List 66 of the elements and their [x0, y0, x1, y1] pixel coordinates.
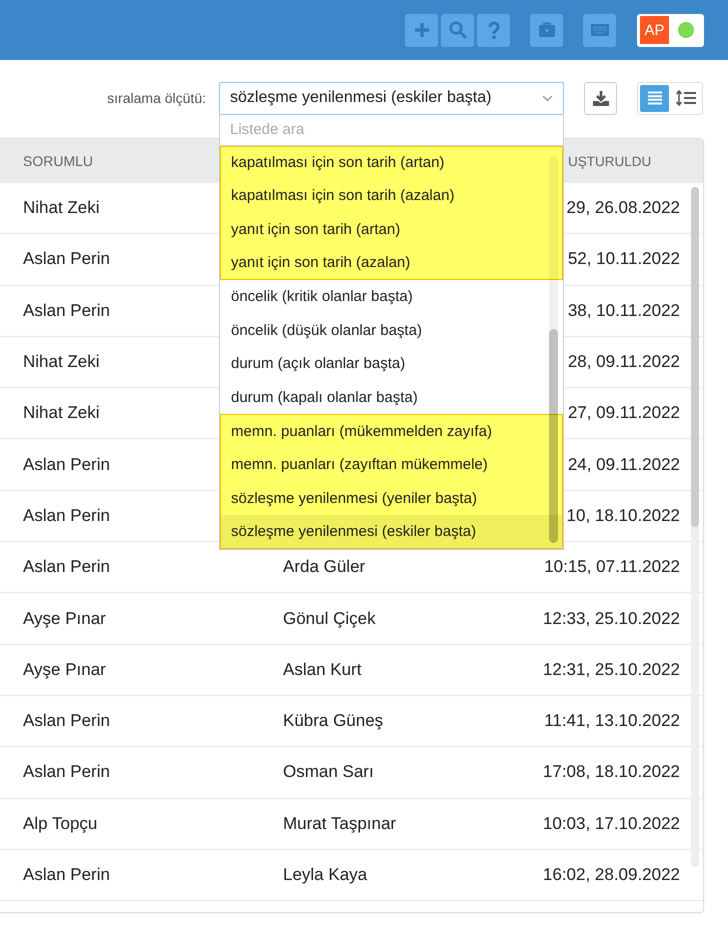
table-cell: Ayşe Pınar — [23, 660, 106, 680]
table-cell: Aslan Perin — [23, 506, 110, 526]
scrollbar[interactable] — [691, 187, 699, 867]
table-cell: Gönul Çiçek — [283, 608, 376, 629]
table-cell: 16:02, 28.09.2022 — [542, 865, 680, 885]
download-button[interactable] — [584, 82, 617, 114]
table-cell: 11:41, 13.10.2022 — [544, 711, 680, 732]
dropdown-option[interactable]: kapatılması için son tarih (artan) — [220, 146, 563, 180]
table-cell: Alp Topçu — [23, 814, 98, 834]
column-header[interactable]: SORUMLU — [23, 153, 94, 169]
help-button[interactable] — [477, 14, 510, 46]
dropdown-option[interactable]: yanıt için son tarih (artan) — [220, 212, 563, 246]
sort-select[interactable]: sözleşme yenilenmesi (eskiler başta) — [219, 82, 564, 114]
dropdown-option[interactable]: sözleşme yenilenmesi (eskiler başta) — [220, 515, 563, 549]
list-icon — [646, 90, 662, 106]
scrollbar[interactable] — [549, 156, 558, 543]
table-cell: Aslan Perin — [23, 711, 110, 732]
table-cell: 27, 09.11.2022 — [568, 403, 680, 424]
dropdown-option[interactable]: öncelik (düşük olanlar başta) — [220, 313, 563, 348]
table-cell: Nihat Zeki — [23, 352, 100, 372]
dropdown-option[interactable]: memn. puanları (mükemmelden zayıfa) — [220, 414, 563, 448]
table-cell: 17:08, 18.10.2022 — [542, 762, 680, 782]
table-cell: Ayşe Pınar — [23, 608, 106, 629]
table-cell: Osman Sarı — [283, 762, 374, 782]
dropdown-option[interactable]: öncelik (kritik olanlar başta) — [220, 280, 563, 314]
dropdown-option[interactable]: memn. puanları (zayıftan mükemmele) — [220, 448, 563, 482]
table-cell: 38, 10.11.2022 — [568, 300, 680, 321]
chevron-down-icon — [542, 94, 553, 102]
download-icon — [592, 89, 610, 107]
table-cell: 52, 10.11.2022 — [568, 249, 680, 270]
dropdown-option[interactable]: yanıt için son tarih (azalan) — [220, 246, 563, 280]
table-cell: 28, 09.11.2022 — [568, 352, 680, 372]
briefcase-button[interactable] — [530, 14, 563, 46]
table-cell: 10:15, 07.11.2022 — [544, 557, 680, 578]
table-cell: 24, 09.11.2022 — [568, 454, 680, 475]
table-cell: 12:33, 25.10.2022 — [542, 608, 680, 629]
table-cell: Aslan Perin — [23, 865, 110, 885]
search-button[interactable] — [441, 14, 474, 46]
line-spacing-icon — [676, 90, 696, 106]
table-cell: Nihat Zeki — [23, 403, 100, 424]
table-cell: Leyla Kaya — [283, 865, 368, 885]
table-cell: Arda Güler — [283, 557, 366, 578]
dropdown-option[interactable]: kapatılması için son tarih (azalan) — [220, 179, 563, 213]
table-cell: Aslan Perin — [23, 557, 110, 578]
add-button[interactable] — [405, 14, 438, 46]
table-cell: 12:31, 25.10.2022 — [542, 660, 680, 680]
table-cell: Aslan Perin — [23, 454, 110, 475]
column-header[interactable]: UŞTURULDU — [568, 154, 652, 168]
table-cell: 29, 26.08.2022 — [566, 198, 680, 218]
keyboard-button[interactable] — [583, 14, 616, 46]
dropdown-option[interactable]: durum (açık olanlar başta) — [220, 347, 563, 381]
table-cell: 10, 18.10.2022 — [566, 506, 680, 526]
sort-label: sıralama ölçütü: — [106, 90, 206, 106]
search-icon — [448, 20, 468, 40]
table-cell: Kübra Güneş — [283, 711, 384, 732]
dropdown-option[interactable]: durum (kapalı olanlar başta) — [220, 380, 563, 414]
user-avatar: AP — [640, 16, 669, 44]
briefcase-icon — [536, 20, 556, 40]
table-cell: Aslan Perin — [23, 762, 110, 782]
table-cell: Nihat Zeki — [23, 198, 100, 218]
table-cell: 10:03, 17.10.2022 — [542, 814, 680, 834]
table-cell: Aslan Kurt — [283, 660, 362, 680]
table-cell: Murat Taşpınar — [283, 814, 396, 834]
dropdown-option[interactable]: sözleşme yenilenmesi (yeniler başta) — [220, 481, 563, 516]
table-cell: Aslan Perin — [23, 249, 110, 270]
table-cell: Aslan Perin — [23, 300, 110, 321]
